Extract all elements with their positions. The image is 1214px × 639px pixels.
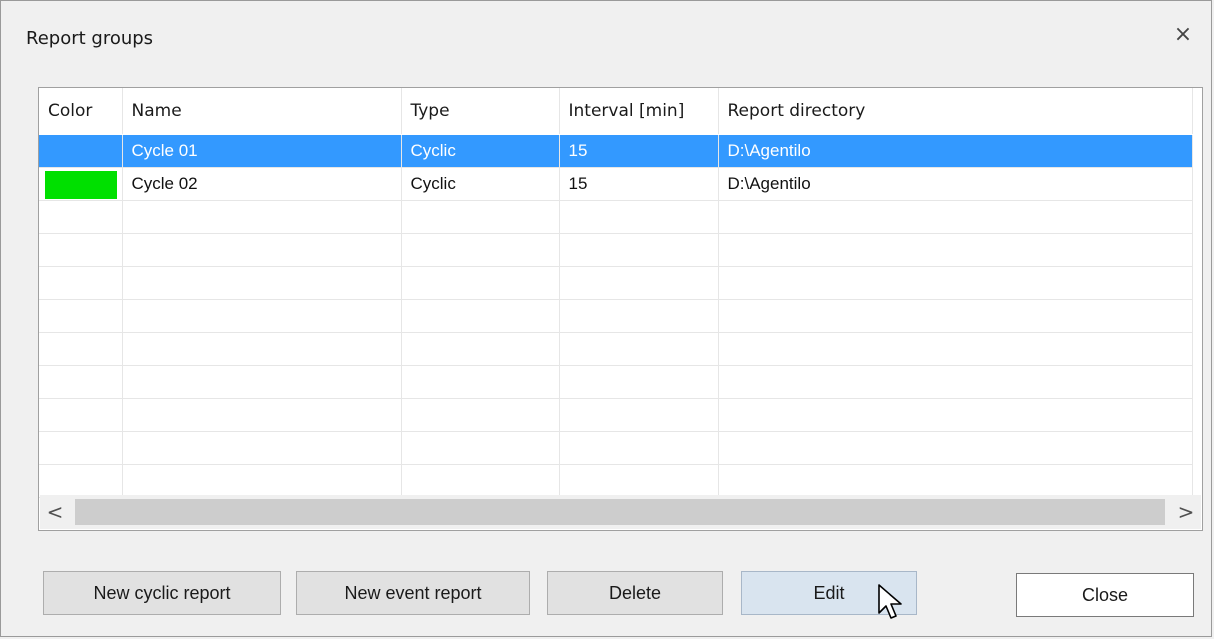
empty-table-row xyxy=(39,233,1193,267)
empty-cell xyxy=(559,464,719,498)
empty-table-row xyxy=(39,299,1193,333)
empty-cell xyxy=(401,233,560,267)
table-row[interactable]: Cycle 01 Cyclic 15 D:\Agentilo xyxy=(39,134,1193,168)
empty-cell xyxy=(39,431,123,465)
new-cyclic-report-button[interactable]: New cyclic report xyxy=(43,571,281,615)
type-cell[interactable]: Cyclic xyxy=(401,134,560,168)
scroll-left-arrow-icon[interactable]: < xyxy=(40,495,70,529)
name-cell[interactable]: Cycle 01 xyxy=(122,134,402,168)
dialog-title: Report groups xyxy=(26,28,154,49)
empty-cell xyxy=(39,398,123,432)
close-button[interactable]: Close xyxy=(1016,573,1194,617)
empty-cell xyxy=(122,332,402,366)
table-row[interactable]: Cycle 02 Cyclic 15 D:\Agentilo xyxy=(39,167,1193,201)
table-header-row: Color Name Type Interval [min] Report di… xyxy=(39,88,1193,135)
report-directory-cell[interactable]: D:\Agentilo xyxy=(718,167,1193,201)
title-bar: Report groups × xyxy=(1,1,1211,77)
empty-cell xyxy=(122,299,402,333)
empty-cell xyxy=(718,398,1193,432)
empty-cell xyxy=(39,464,123,498)
empty-cell xyxy=(401,299,560,333)
close-icon[interactable]: × xyxy=(1169,21,1197,49)
scrollbar-thumb[interactable] xyxy=(75,499,1165,525)
report-groups-dialog: Report groups × Color Name Type Interval… xyxy=(0,0,1212,637)
empty-cell xyxy=(718,299,1193,333)
empty-cell xyxy=(401,398,560,432)
empty-cell xyxy=(39,365,123,399)
delete-button[interactable]: Delete xyxy=(547,571,723,615)
empty-cell xyxy=(718,200,1193,234)
report-groups-table: Color Name Type Interval [min] Report di… xyxy=(38,87,1203,531)
column-header-color[interactable]: Color xyxy=(39,88,123,135)
interval-cell[interactable]: 15 xyxy=(559,167,719,201)
empty-cell xyxy=(718,431,1193,465)
empty-cell xyxy=(122,431,402,465)
empty-cell xyxy=(401,464,560,498)
empty-cell xyxy=(559,299,719,333)
empty-table-row xyxy=(39,332,1193,366)
color-cell[interactable] xyxy=(39,134,123,168)
column-header-interval[interactable]: Interval [min] xyxy=(559,88,719,135)
report-directory-cell[interactable]: D:\Agentilo xyxy=(718,134,1193,168)
empty-cell xyxy=(718,464,1193,498)
empty-cell xyxy=(718,332,1193,366)
scroll-right-arrow-icon[interactable]: > xyxy=(1171,495,1201,529)
empty-cell xyxy=(718,365,1193,399)
new-event-report-button[interactable]: New event report xyxy=(296,571,530,615)
interval-cell[interactable]: 15 xyxy=(559,134,719,168)
empty-table-row xyxy=(39,431,1193,465)
empty-cell xyxy=(559,266,719,300)
empty-cell xyxy=(718,266,1193,300)
empty-cell xyxy=(39,233,123,267)
empty-table-row xyxy=(39,266,1193,300)
empty-cell xyxy=(559,200,719,234)
empty-cell xyxy=(401,200,560,234)
color-cell[interactable] xyxy=(39,167,123,201)
empty-table-row xyxy=(39,464,1193,498)
empty-cell xyxy=(122,200,402,234)
column-header-name[interactable]: Name xyxy=(122,88,402,135)
empty-cell xyxy=(559,233,719,267)
column-header-type[interactable]: Type xyxy=(401,88,560,135)
empty-cell xyxy=(39,299,123,333)
empty-cell xyxy=(39,332,123,366)
empty-cell xyxy=(122,398,402,432)
empty-cell xyxy=(122,266,402,300)
empty-table-row xyxy=(39,200,1193,234)
empty-cell xyxy=(559,398,719,432)
empty-cell xyxy=(559,332,719,366)
empty-cell xyxy=(401,266,560,300)
empty-cell xyxy=(401,332,560,366)
color-swatch xyxy=(45,138,117,166)
type-cell[interactable]: Cyclic xyxy=(401,167,560,201)
color-swatch xyxy=(45,171,117,199)
empty-table-row xyxy=(39,398,1193,432)
empty-table-row xyxy=(39,365,1193,399)
empty-cell xyxy=(39,266,123,300)
column-header-report-directory[interactable]: Report directory xyxy=(718,88,1193,135)
name-cell[interactable]: Cycle 02 xyxy=(122,167,402,201)
empty-cell xyxy=(401,365,560,399)
horizontal-scrollbar[interactable]: < > xyxy=(40,495,1201,529)
empty-cell xyxy=(122,365,402,399)
empty-cell xyxy=(559,431,719,465)
empty-cell xyxy=(39,200,123,234)
empty-cell xyxy=(401,431,560,465)
mouse-pointer-icon xyxy=(878,584,902,619)
empty-cell xyxy=(559,365,719,399)
empty-cell xyxy=(122,233,402,267)
empty-cell xyxy=(122,464,402,498)
empty-cell xyxy=(718,233,1193,267)
